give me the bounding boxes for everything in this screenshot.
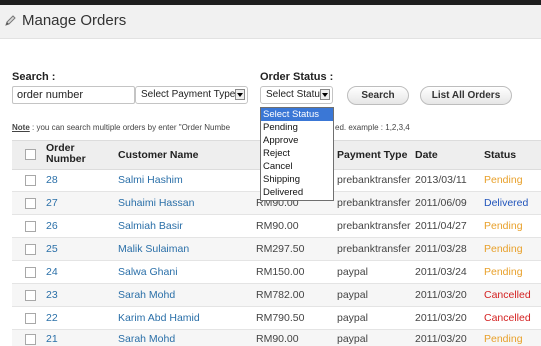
status-option-shipping[interactable]: Shipping bbox=[261, 173, 333, 186]
table-row: 22 Karim Abd Hamid RM790.50 paypal 2011/… bbox=[12, 307, 541, 330]
customer-name-link[interactable]: Salmi Hashim bbox=[118, 174, 183, 186]
table-row: 21 Sarah Mohd RM90.00 paypal 2011/03/20 … bbox=[12, 330, 541, 346]
customer-name-link[interactable]: Salwa Ghani bbox=[118, 266, 178, 278]
order-number-link[interactable]: 28 bbox=[46, 174, 58, 186]
customer-name-link[interactable]: Malik Sulaiman bbox=[118, 243, 189, 255]
table-row: 26 Salmiah Basir RM90.00 prebanktransfer… bbox=[12, 215, 541, 238]
table-row: 23 Sarah Mohd RM782.00 paypal 2011/03/20… bbox=[12, 284, 541, 307]
row-checkbox[interactable] bbox=[25, 313, 36, 324]
table-row: 24 Salwa Ghani RM150.00 paypal 2011/03/2… bbox=[12, 261, 541, 284]
list-all-orders-button[interactable]: List All Orders bbox=[420, 86, 512, 105]
row-checkbox[interactable] bbox=[25, 244, 36, 255]
select-all-checkbox[interactable] bbox=[25, 149, 36, 160]
status-option-delivered[interactable]: Delivered bbox=[261, 186, 333, 199]
column-header-order-number[interactable]: Order Number bbox=[46, 143, 94, 165]
order-number-link[interactable]: 25 bbox=[46, 243, 58, 255]
status-option-reject[interactable]: Reject bbox=[261, 147, 333, 160]
column-header-payment-type[interactable]: Payment Type bbox=[337, 149, 407, 161]
row-checkbox[interactable] bbox=[25, 175, 36, 186]
note-text: : you can search multiple orders by ente… bbox=[29, 123, 231, 132]
order-number-link[interactable]: 26 bbox=[46, 220, 58, 232]
search-note: Note : you can search multiple orders by… bbox=[12, 123, 230, 132]
page-header: Manage Orders bbox=[0, 5, 541, 39]
payment-type: prebanktransfer bbox=[337, 197, 411, 209]
note-prefix: Note bbox=[12, 123, 30, 132]
row-checkbox[interactable] bbox=[25, 290, 36, 301]
order-status: Pending bbox=[484, 174, 523, 186]
order-status: Delivered bbox=[484, 197, 529, 209]
customer-name-link[interactable]: Karim Abd Hamid bbox=[118, 312, 200, 324]
customer-name-link[interactable]: Salmiah Basir bbox=[118, 220, 183, 232]
status-option-pending[interactable]: Pending bbox=[261, 121, 333, 134]
order-amount: RM782.00 bbox=[256, 289, 305, 301]
payment-type-select-value: Select Payment Type bbox=[141, 89, 236, 100]
order-status-label: Order Status : bbox=[260, 71, 334, 83]
order-amount: RM790.50 bbox=[256, 312, 305, 324]
column-header-date[interactable]: Date bbox=[415, 149, 438, 161]
order-status: Pending bbox=[484, 266, 523, 278]
payment-type: paypal bbox=[337, 333, 368, 345]
order-status: Pending bbox=[484, 243, 523, 255]
row-checkbox[interactable] bbox=[25, 334, 36, 345]
chevron-down-icon bbox=[235, 89, 245, 100]
customer-name-link[interactable]: Sarah Mohd bbox=[118, 333, 175, 345]
status-option-select-status[interactable]: Select Status bbox=[261, 108, 333, 121]
order-status: Pending bbox=[484, 333, 523, 345]
page-title: Manage Orders bbox=[22, 12, 127, 29]
payment-type: paypal bbox=[337, 289, 368, 301]
payment-type: paypal bbox=[337, 266, 368, 278]
payment-type: prebanktransfer bbox=[337, 243, 411, 255]
row-checkbox[interactable] bbox=[25, 267, 36, 278]
customer-name-link[interactable]: Sarah Mohd bbox=[118, 289, 175, 301]
column-header-status[interactable]: Status bbox=[484, 149, 516, 161]
order-status: Cancelled bbox=[484, 312, 531, 324]
search-label: Search : bbox=[12, 71, 56, 83]
payment-type: prebanktransfer bbox=[337, 174, 411, 186]
order-number-link[interactable]: 21 bbox=[46, 333, 58, 345]
order-amount: RM90.00 bbox=[256, 333, 299, 345]
order-amount: RM297.50 bbox=[256, 243, 305, 255]
payment-type-select[interactable]: Select Payment Type bbox=[135, 86, 248, 104]
order-status: Cancelled bbox=[484, 289, 531, 301]
order-status: Pending bbox=[484, 220, 523, 232]
payment-type: prebanktransfer bbox=[337, 220, 411, 232]
row-checkbox[interactable] bbox=[25, 198, 36, 209]
order-date: 2011/04/27 bbox=[415, 220, 467, 232]
order-date: 2013/03/11 bbox=[415, 174, 467, 186]
search-note-tail: ed. example : 1,2,3,4 bbox=[335, 123, 410, 132]
search-button[interactable]: Search bbox=[347, 86, 409, 105]
order-date: 2011/03/20 bbox=[415, 289, 467, 301]
order-status-dropdown-list: Select Status Pending Approve Reject Can… bbox=[260, 107, 334, 201]
order-number-link[interactable]: 27 bbox=[46, 197, 58, 209]
order-date: 2011/03/20 bbox=[415, 312, 467, 324]
order-amount: RM150.00 bbox=[256, 266, 305, 278]
row-checkbox[interactable] bbox=[25, 221, 36, 232]
order-number-link[interactable]: 22 bbox=[46, 312, 58, 324]
order-date: 2011/06/09 bbox=[415, 197, 467, 209]
chevron-down-icon bbox=[320, 89, 330, 100]
payment-type: paypal bbox=[337, 312, 368, 324]
order-amount: RM90.00 bbox=[256, 220, 299, 232]
order-date: 2011/03/28 bbox=[415, 243, 467, 255]
status-option-approve[interactable]: Approve bbox=[261, 134, 333, 147]
order-date: 2011/03/20 bbox=[415, 333, 467, 345]
column-header-customer-name[interactable]: Customer Name bbox=[118, 149, 199, 161]
order-status-select[interactable]: Select Status bbox=[260, 86, 333, 104]
customer-name-link[interactable]: Suhaimi Hassan bbox=[118, 197, 194, 209]
table-row: 25 Malik Sulaiman RM297.50 prebanktransf… bbox=[12, 238, 541, 261]
order-number-link[interactable]: 24 bbox=[46, 266, 58, 278]
status-option-cancel[interactable]: Cancel bbox=[261, 160, 333, 173]
order-number-link[interactable]: 23 bbox=[46, 289, 58, 301]
pencil-icon bbox=[5, 15, 16, 26]
order-date: 2011/03/24 bbox=[415, 266, 467, 278]
order-status-select-value: Select Status bbox=[266, 89, 325, 100]
search-input[interactable] bbox=[12, 86, 135, 104]
